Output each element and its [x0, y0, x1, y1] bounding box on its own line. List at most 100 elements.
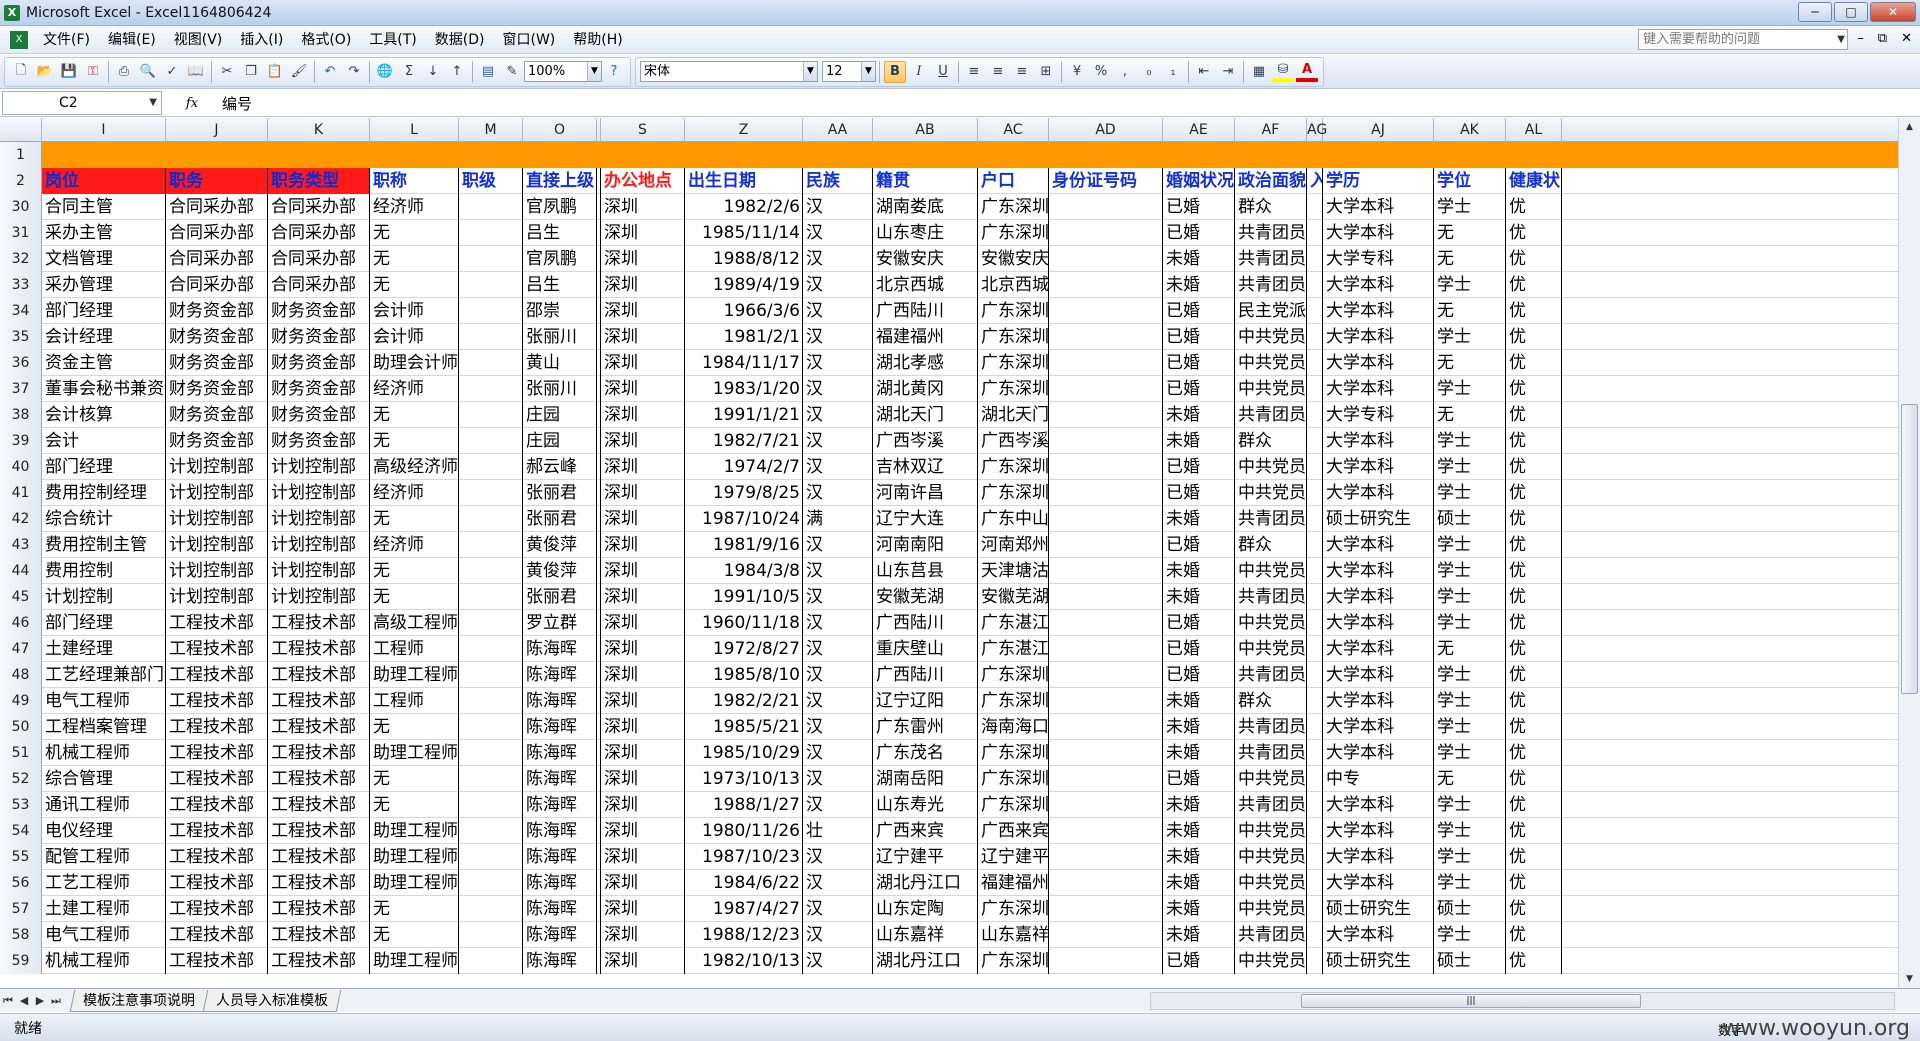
table-cell[interactable]: 1987/10/24: [685, 506, 803, 532]
table-cell[interactable]: 未婚: [1163, 922, 1235, 948]
table-cell[interactable]: [1049, 662, 1163, 688]
table-cell[interactable]: [1307, 922, 1323, 948]
table-cell[interactable]: [1049, 454, 1163, 480]
table-cell[interactable]: 已婚: [1163, 610, 1235, 636]
table-cell[interactable]: 广东湛江: [978, 636, 1049, 662]
table-cell[interactable]: 大学本科: [1323, 324, 1434, 350]
table-cell[interactable]: 吕生: [523, 272, 597, 298]
table-cell[interactable]: 已婚: [1163, 298, 1235, 324]
table-cell[interactable]: [459, 584, 523, 610]
table-cell[interactable]: 计划控制部: [166, 454, 268, 480]
table-cell[interactable]: 工程技术部: [166, 610, 268, 636]
table-cell[interactable]: 湖北丹江口: [873, 870, 978, 896]
table-cell[interactable]: 合同采办部: [166, 194, 268, 220]
table-cell[interactable]: 海南海口: [978, 714, 1049, 740]
table-cell[interactable]: 优: [1506, 272, 1562, 298]
table-cell[interactable]: 工程技术部: [268, 818, 370, 844]
table-cell[interactable]: 广东深圳: [978, 220, 1049, 246]
table-cell[interactable]: 会计核算: [42, 402, 166, 428]
table-cell[interactable]: 广西陆川: [873, 662, 978, 688]
table-cell[interactable]: 吉林双辽: [873, 454, 978, 480]
table-cell[interactable]: [1307, 272, 1323, 298]
table-cell[interactable]: 工程技术部: [268, 636, 370, 662]
table-cell[interactable]: 深圳: [601, 324, 685, 350]
table-cell[interactable]: [459, 818, 523, 844]
table-cell[interactable]: 学士: [1434, 428, 1506, 454]
table-cell[interactable]: 陈海晖: [523, 844, 597, 870]
table-cell[interactable]: 中共党员: [1235, 636, 1307, 662]
column-header[interactable]: AL: [1506, 118, 1562, 142]
table-cell[interactable]: 学士: [1434, 532, 1506, 558]
table-cell[interactable]: [1307, 636, 1323, 662]
table-cell[interactable]: 汉: [803, 922, 873, 948]
table-cell[interactable]: 广东深圳: [978, 324, 1049, 350]
table-cell[interactable]: 陈海晖: [523, 792, 597, 818]
table-cell[interactable]: 共青团员: [1235, 922, 1307, 948]
table-cell[interactable]: 硕士研究生: [1323, 896, 1434, 922]
table-cell[interactable]: 已婚: [1163, 766, 1235, 792]
column-header[interactable]: AE: [1163, 118, 1235, 142]
table-cell[interactable]: 湖南娄底: [873, 194, 978, 220]
table-cell[interactable]: 天津塘沽: [978, 558, 1049, 584]
table-cell[interactable]: 未婚: [1163, 272, 1235, 298]
table-cell[interactable]: 学士: [1434, 844, 1506, 870]
table-cell[interactable]: 无: [370, 220, 459, 246]
table-cell[interactable]: 计划控制部: [268, 558, 370, 584]
table-cell[interactable]: 官夙鹏: [523, 246, 597, 272]
table-cell[interactable]: [459, 740, 523, 766]
table-cell[interactable]: 中共党员: [1235, 896, 1307, 922]
align-left-icon[interactable]: ≡: [963, 61, 985, 83]
table-cell[interactable]: 大学本科: [1323, 584, 1434, 610]
column-header[interactable]: AC: [978, 118, 1049, 142]
table-cell[interactable]: 广东深圳: [978, 376, 1049, 402]
table-cell[interactable]: 计划控制部: [166, 558, 268, 584]
table-cell[interactable]: 汉: [803, 740, 873, 766]
table-cell[interactable]: [459, 688, 523, 714]
print-preview-icon[interactable]: 🔍: [137, 61, 159, 83]
table-cell[interactable]: 1972/8/27: [685, 636, 803, 662]
table-cell[interactable]: [459, 298, 523, 324]
table-cell[interactable]: 经济师: [370, 480, 459, 506]
table-cell[interactable]: 工艺经理兼部门经: [42, 662, 166, 688]
table-cell[interactable]: 陈海晖: [523, 922, 597, 948]
table-cell[interactable]: 1960/11/18: [685, 610, 803, 636]
row-header[interactable]: 45: [0, 584, 42, 610]
table-cell[interactable]: 深圳: [601, 662, 685, 688]
table-cell[interactable]: 计划控制部: [166, 480, 268, 506]
minimize-button[interactable]: ─: [1798, 2, 1832, 22]
table-cell[interactable]: 合同采办部: [268, 194, 370, 220]
table-cell[interactable]: 中共党员: [1235, 766, 1307, 792]
table-cell[interactable]: 中共党员: [1235, 454, 1307, 480]
table-cell[interactable]: 汉: [803, 688, 873, 714]
table-cell[interactable]: 优: [1506, 480, 1562, 506]
table-cell[interactable]: 大学本科: [1323, 272, 1434, 298]
chart-wizard-icon[interactable]: ▤: [477, 61, 499, 83]
table-cell[interactable]: 学士: [1434, 818, 1506, 844]
table-cell[interactable]: [1307, 948, 1323, 974]
align-center-icon[interactable]: ≡: [987, 61, 1009, 83]
table-cell[interactable]: 优: [1506, 844, 1562, 870]
table-cell[interactable]: [459, 870, 523, 896]
new-icon[interactable]: 🗋: [10, 61, 32, 83]
table-cell[interactable]: 山东枣庄: [873, 220, 978, 246]
column-header[interactable]: O: [523, 118, 597, 142]
table-cell[interactable]: 山东嘉祥: [873, 922, 978, 948]
row-header[interactable]: 54: [0, 818, 42, 844]
table-cell[interactable]: [1307, 454, 1323, 480]
paste-icon[interactable]: 📋: [264, 61, 286, 83]
table-cell[interactable]: 优: [1506, 740, 1562, 766]
table-cell[interactable]: 大学本科: [1323, 844, 1434, 870]
table-cell[interactable]: 广东深圳: [978, 896, 1049, 922]
table-cell[interactable]: 计划控制部: [268, 480, 370, 506]
table-cell[interactable]: 广东深圳: [978, 662, 1049, 688]
table-cell[interactable]: 1985/8/10: [685, 662, 803, 688]
table-cell[interactable]: 机械工程师: [42, 948, 166, 974]
table-cell[interactable]: 汉: [803, 428, 873, 454]
row-header[interactable]: 39: [0, 428, 42, 454]
row-header[interactable]: 36: [0, 350, 42, 376]
table-cell[interactable]: [1049, 402, 1163, 428]
table-cell[interactable]: 陈海晖: [523, 740, 597, 766]
table-cell[interactable]: 1988/1/27: [685, 792, 803, 818]
underline-icon[interactable]: U: [932, 61, 954, 83]
table-cell[interactable]: 深圳: [601, 480, 685, 506]
